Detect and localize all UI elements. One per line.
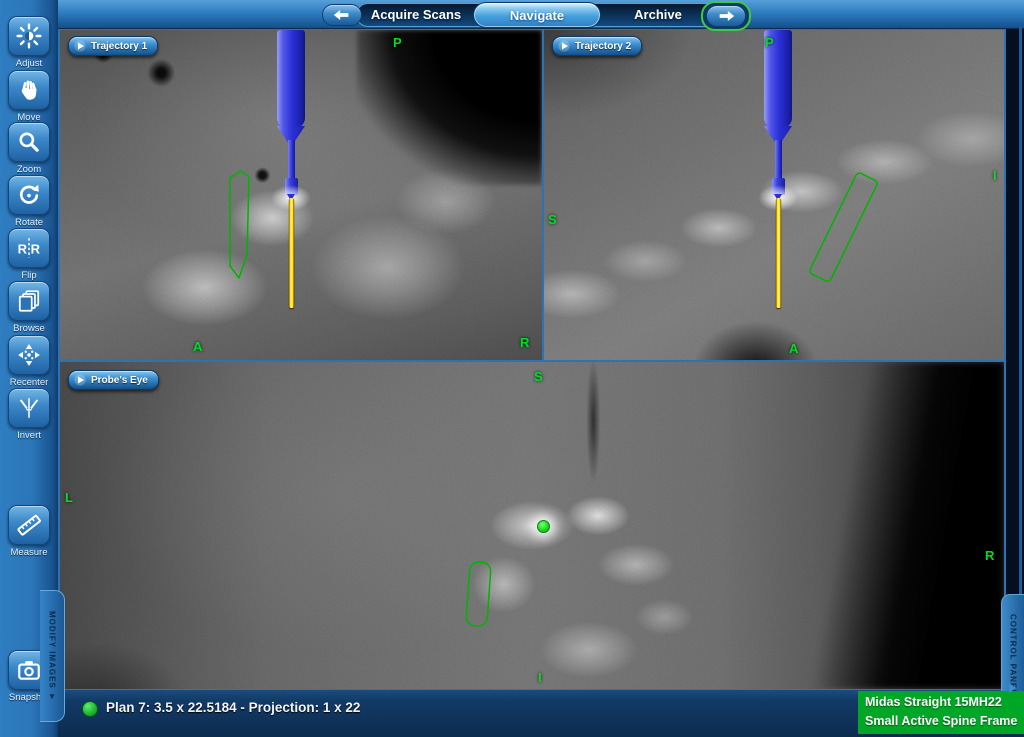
sidebar-item-measure[interactable]: Measure xyxy=(0,505,58,558)
sidebar-item-flip[interactable]: R R Flip xyxy=(0,228,58,281)
viewport-frame: Trajectory 1 P A R xyxy=(58,28,1006,689)
tab-navigate[interactable]: Navigate xyxy=(473,2,601,28)
pages-icon xyxy=(16,288,42,314)
plan-status-text: Plan 7: 3.5 x 22.5184 - Projection: 1 x … xyxy=(106,700,360,715)
orientation-label-inferior: I xyxy=(993,168,997,183)
arrow-left-icon xyxy=(332,8,352,22)
sidebar-item-zoom[interactable]: Zoom xyxy=(0,122,58,175)
magnifier-icon xyxy=(16,129,42,155)
play-icon xyxy=(74,374,86,386)
sidebar-item-label: Browse xyxy=(0,323,58,334)
probe-shaft xyxy=(775,140,782,179)
sidebar-item-label: Rotate xyxy=(0,217,58,228)
rotate-icon xyxy=(16,182,42,208)
reference-frame-name: Small Active Spine Frame xyxy=(865,712,1024,731)
hand-icon xyxy=(17,78,41,102)
tab-archive[interactable]: Archive xyxy=(599,4,717,26)
trajectory1-view-button[interactable]: Trajectory 1 xyxy=(68,36,158,56)
instrument-info-panel: Midas Straight 15MH22 Small Active Spine… xyxy=(858,691,1024,734)
plan-status-indicator xyxy=(82,701,98,717)
viewport-probes-eye[interactable]: Probe's Eye S L R I xyxy=(60,362,1004,689)
viewport-trajectory-2[interactable]: Trajectory 2 P S I A xyxy=(544,30,1004,360)
flip-rr-icon: R R xyxy=(16,235,42,261)
back-button[interactable] xyxy=(322,4,362,26)
orientation-label-anterior: A xyxy=(193,339,202,354)
invert-icon xyxy=(16,395,42,421)
sidebar-item-label: Adjust xyxy=(0,58,58,69)
view-label: Trajectory 1 xyxy=(91,41,147,52)
probe-position-marker xyxy=(537,520,550,533)
play-icon xyxy=(74,40,86,52)
play-icon xyxy=(558,40,570,52)
sidebar-item-move[interactable]: Move xyxy=(0,70,58,123)
probes-eye-view-button[interactable]: Probe's Eye xyxy=(68,370,159,390)
view-label: Probe's Eye xyxy=(91,375,148,386)
orientation-label-right: R xyxy=(985,548,994,563)
trajectory-projection-line xyxy=(776,198,781,308)
tab-navigate-label: Navigate xyxy=(510,8,564,23)
sidebar-item-browse[interactable]: Browse xyxy=(0,281,58,334)
trajectory2-view-button[interactable]: Trajectory 2 xyxy=(552,36,642,56)
trajectory-projection-line xyxy=(289,198,294,308)
brightness-icon xyxy=(16,23,42,49)
sidebar-item-recenter[interactable]: Recenter xyxy=(0,335,58,388)
sidebar-item-label: Measure xyxy=(0,547,58,558)
svg-text:R: R xyxy=(18,241,28,256)
recenter-icon xyxy=(16,342,42,368)
orientation-label-superior: S xyxy=(534,369,543,384)
probe-body xyxy=(277,30,305,128)
forward-button[interactable] xyxy=(706,5,746,27)
orientation-label-right: R xyxy=(520,335,529,350)
forward-button-highlight xyxy=(701,1,751,31)
view-label: Trajectory 2 xyxy=(575,41,631,52)
svg-text:R: R xyxy=(31,241,41,256)
sidebar-item-invert[interactable]: Invert xyxy=(0,388,58,441)
sidebar-item-label: Flip xyxy=(0,270,58,281)
arrow-right-icon xyxy=(716,9,736,23)
modify-images-tab-label: MODIFY IMAGES ▼ xyxy=(48,611,57,702)
sidebar-item-rotate[interactable]: Rotate xyxy=(0,175,58,228)
orientation-label-posterior: P xyxy=(393,35,402,50)
orientation-label-superior: S xyxy=(548,212,557,227)
control-panel-arrow-icon xyxy=(1009,683,1016,693)
viewport-trajectory-1[interactable]: Trajectory 1 P A R xyxy=(60,30,542,360)
ct-dark-region xyxy=(794,362,1004,689)
modify-images-tab[interactable]: MODIFY IMAGES ▼ xyxy=(40,590,65,722)
sidebar-item-label: Zoom xyxy=(0,164,58,175)
ruler-icon xyxy=(16,512,42,538)
ct-dark-region xyxy=(357,30,542,185)
probe-shaft xyxy=(288,140,295,179)
sidebar-item-adjust[interactable]: Adjust xyxy=(0,16,58,69)
camera-icon xyxy=(16,657,42,683)
orientation-label-posterior: P xyxy=(765,35,774,50)
orientation-label-anterior: A xyxy=(789,341,798,356)
instrument-name: Midas Straight 15MH22 xyxy=(865,693,1024,712)
orientation-label-inferior: I xyxy=(538,670,542,685)
sidebar-item-label: Invert xyxy=(0,430,58,441)
workflow-tab-bar: Acquire Scans Navigate Archive xyxy=(356,3,718,27)
tab-acquire-scans[interactable]: Acquire Scans xyxy=(357,4,475,26)
sidebar-item-label: Recenter xyxy=(0,377,58,388)
orientation-label-left: L xyxy=(65,490,73,505)
stealth-navigation-app: Acquire Scans Navigate Archive Adju xyxy=(0,0,1024,737)
